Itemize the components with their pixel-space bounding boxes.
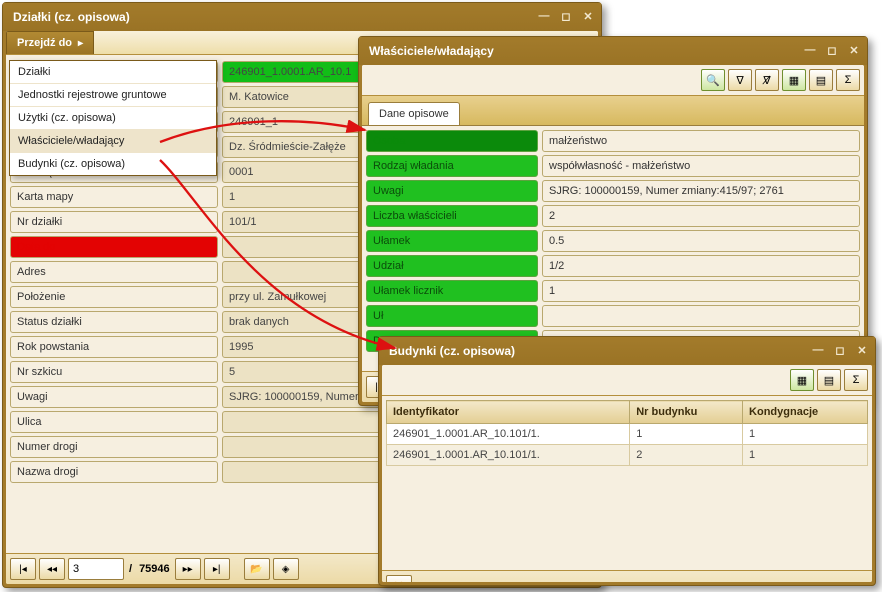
toolbar-budynki: ▦ ▤ Σ [382, 365, 872, 396]
export-excel-icon[interactable]: ▦ [790, 369, 814, 391]
close-icon[interactable]: ✕ [581, 10, 595, 24]
title-dzialki: Działki (cz. opisowa) [9, 10, 537, 24]
field-value: 0.5 [542, 230, 860, 252]
export-excel-icon[interactable]: ▦ [782, 69, 806, 91]
filter-active-icon[interactable]: 🔍 [701, 69, 725, 91]
tab-dane-opisowe[interactable]: Dane opisowe [368, 102, 460, 125]
column-header[interactable]: Kondygnacje [743, 401, 868, 424]
maximize-icon[interactable]: ◻ [825, 44, 839, 58]
window-budynki: Budynki (cz. opisowa) — ◻ ✕ ▦ ▤ Σ Identy… [378, 336, 876, 586]
grid-icon[interactable]: ▤ [809, 69, 833, 91]
relation-button[interactable]: ◈ [273, 558, 299, 580]
form-row: Uł [366, 305, 860, 327]
column-header[interactable]: Identyfikator [387, 401, 630, 424]
title-wlasciciele: Właściciele/władający [365, 44, 803, 58]
field-label: Nr działki [10, 211, 218, 233]
field-label: Nr szkicu [10, 361, 218, 383]
next-page-button[interactable]: ▸▸ [175, 558, 201, 580]
first-button[interactable]: |◂ [10, 558, 36, 580]
field-label: Ułamek [366, 230, 538, 252]
budynki-table: IdentyfikatorNr budynkuKondygnacje246901… [386, 400, 868, 466]
field-value [542, 305, 860, 327]
minimize-icon[interactable]: — [811, 344, 825, 358]
tab-strip: Dane opisowe [362, 96, 864, 126]
table-cell: 1 [630, 424, 743, 445]
menu-item[interactable]: Użytki (cz. opisowa) [10, 107, 216, 130]
field-label: Osoba [366, 130, 538, 152]
field-label: Liczba właścicieli [366, 205, 538, 227]
maximize-icon[interactable]: ◻ [559, 10, 573, 24]
paginator-bud: 📂 [382, 570, 872, 582]
form-row: Liczba właścicieli2 [366, 205, 860, 227]
close-icon[interactable]: ✕ [847, 44, 861, 58]
field-value: SJRG: 100000159, Numer zmiany:415/97; 27… [542, 180, 860, 202]
field-label: Status działki [10, 311, 218, 333]
field-value: 1/2 [542, 255, 860, 277]
field-label: Udział [366, 255, 538, 277]
field-label: Karta mapy [10, 186, 218, 208]
field-label: Nazwa drogi [10, 461, 218, 483]
grid-icon[interactable]: ▤ [817, 369, 841, 391]
table-cell: 1 [743, 424, 868, 445]
sigma-icon[interactable]: Σ [844, 369, 868, 391]
sigma-icon[interactable]: Σ [836, 69, 860, 91]
folder-button[interactable]: 📂 [386, 575, 412, 582]
form-row: Udział1/2 [366, 255, 860, 277]
field-label: Data do [10, 236, 218, 258]
table-cell: 1 [743, 445, 868, 466]
form-row: Rodzaj władaniawspółwłasność - małżeństw… [366, 155, 860, 177]
field-value: współwłasność - małżeństwo [542, 155, 860, 177]
table-row[interactable]: 246901_1.0001.AR_10.101/1.11 [387, 424, 868, 445]
field-value: 2 [542, 205, 860, 227]
form-row: Osobamałżeństwo [366, 130, 860, 152]
field-value: małżeństwo [542, 130, 860, 152]
form-row: UwagiSJRG: 100000159, Numer zmiany:415/9… [366, 180, 860, 202]
title-budynki: Budynki (cz. opisowa) [385, 344, 811, 358]
folder-button[interactable]: 📂 [244, 558, 270, 580]
goto-menu-button[interactable]: Przejdź do [6, 31, 94, 54]
field-label: Ułamek licznik [366, 280, 538, 302]
form-row: Ułamek0.5 [366, 230, 860, 252]
field-label: Rok powstania [10, 336, 218, 358]
menu-item[interactable]: Budynki (cz. opisowa) [10, 153, 216, 175]
field-label: Uł [366, 305, 538, 327]
wlasc-form: OsobamałżeństwoRodzaj władaniawspółwłasn… [362, 126, 864, 371]
table-cell: 246901_1.0001.AR_10.101/1. [387, 424, 630, 445]
field-label: Numer drogi [10, 436, 218, 458]
page-total: 75946 [137, 563, 172, 575]
table-cell: 2 [630, 445, 743, 466]
minimize-icon[interactable]: — [803, 44, 817, 58]
field-value: 1 [542, 280, 860, 302]
field-label: Uwagi [10, 386, 218, 408]
menu-item[interactable]: Jednostki rejestrowe gruntowe [10, 84, 216, 107]
field-label: Rodzaj władania [366, 155, 538, 177]
funnel-icon[interactable]: ∇ [728, 69, 752, 91]
titlebar-dzialki[interactable]: Działki (cz. opisowa) — ◻ ✕ [3, 3, 601, 31]
minimize-icon[interactable]: — [537, 10, 551, 24]
field-label: Położenie [10, 286, 218, 308]
table-row[interactable]: 246901_1.0001.AR_10.101/1.21 [387, 445, 868, 466]
table-cell: 246901_1.0001.AR_10.101/1. [387, 445, 630, 466]
toolbar-wlasciciele: 🔍 ∇ ∇̸ ▦ ▤ Σ [362, 65, 864, 96]
funnel-off-icon[interactable]: ∇̸ [755, 69, 779, 91]
field-label: Ulica [10, 411, 218, 433]
maximize-icon[interactable]: ◻ [833, 344, 847, 358]
menu-item[interactable]: Właściciele/władający [10, 130, 216, 153]
titlebar-budynki[interactable]: Budynki (cz. opisowa) — ◻ ✕ [379, 337, 875, 365]
form-row: Ułamek licznik1 [366, 280, 860, 302]
page-input[interactable] [68, 558, 124, 580]
prev-page-button[interactable]: ◂◂ [39, 558, 65, 580]
field-label: Uwagi [366, 180, 538, 202]
menu-item[interactable]: Działki [10, 61, 216, 84]
goto-dropdown: DziałkiJednostki rejestrowe gruntoweUżyt… [9, 60, 217, 176]
last-button[interactable]: ▸| [204, 558, 230, 580]
titlebar-wlasciciele[interactable]: Właściciele/władający — ◻ ✕ [359, 37, 867, 65]
column-header[interactable]: Nr budynku [630, 401, 743, 424]
field-label: Adres [10, 261, 218, 283]
table-wrap: IdentyfikatorNr budynkuKondygnacje246901… [382, 396, 872, 570]
close-icon[interactable]: ✕ [855, 344, 869, 358]
